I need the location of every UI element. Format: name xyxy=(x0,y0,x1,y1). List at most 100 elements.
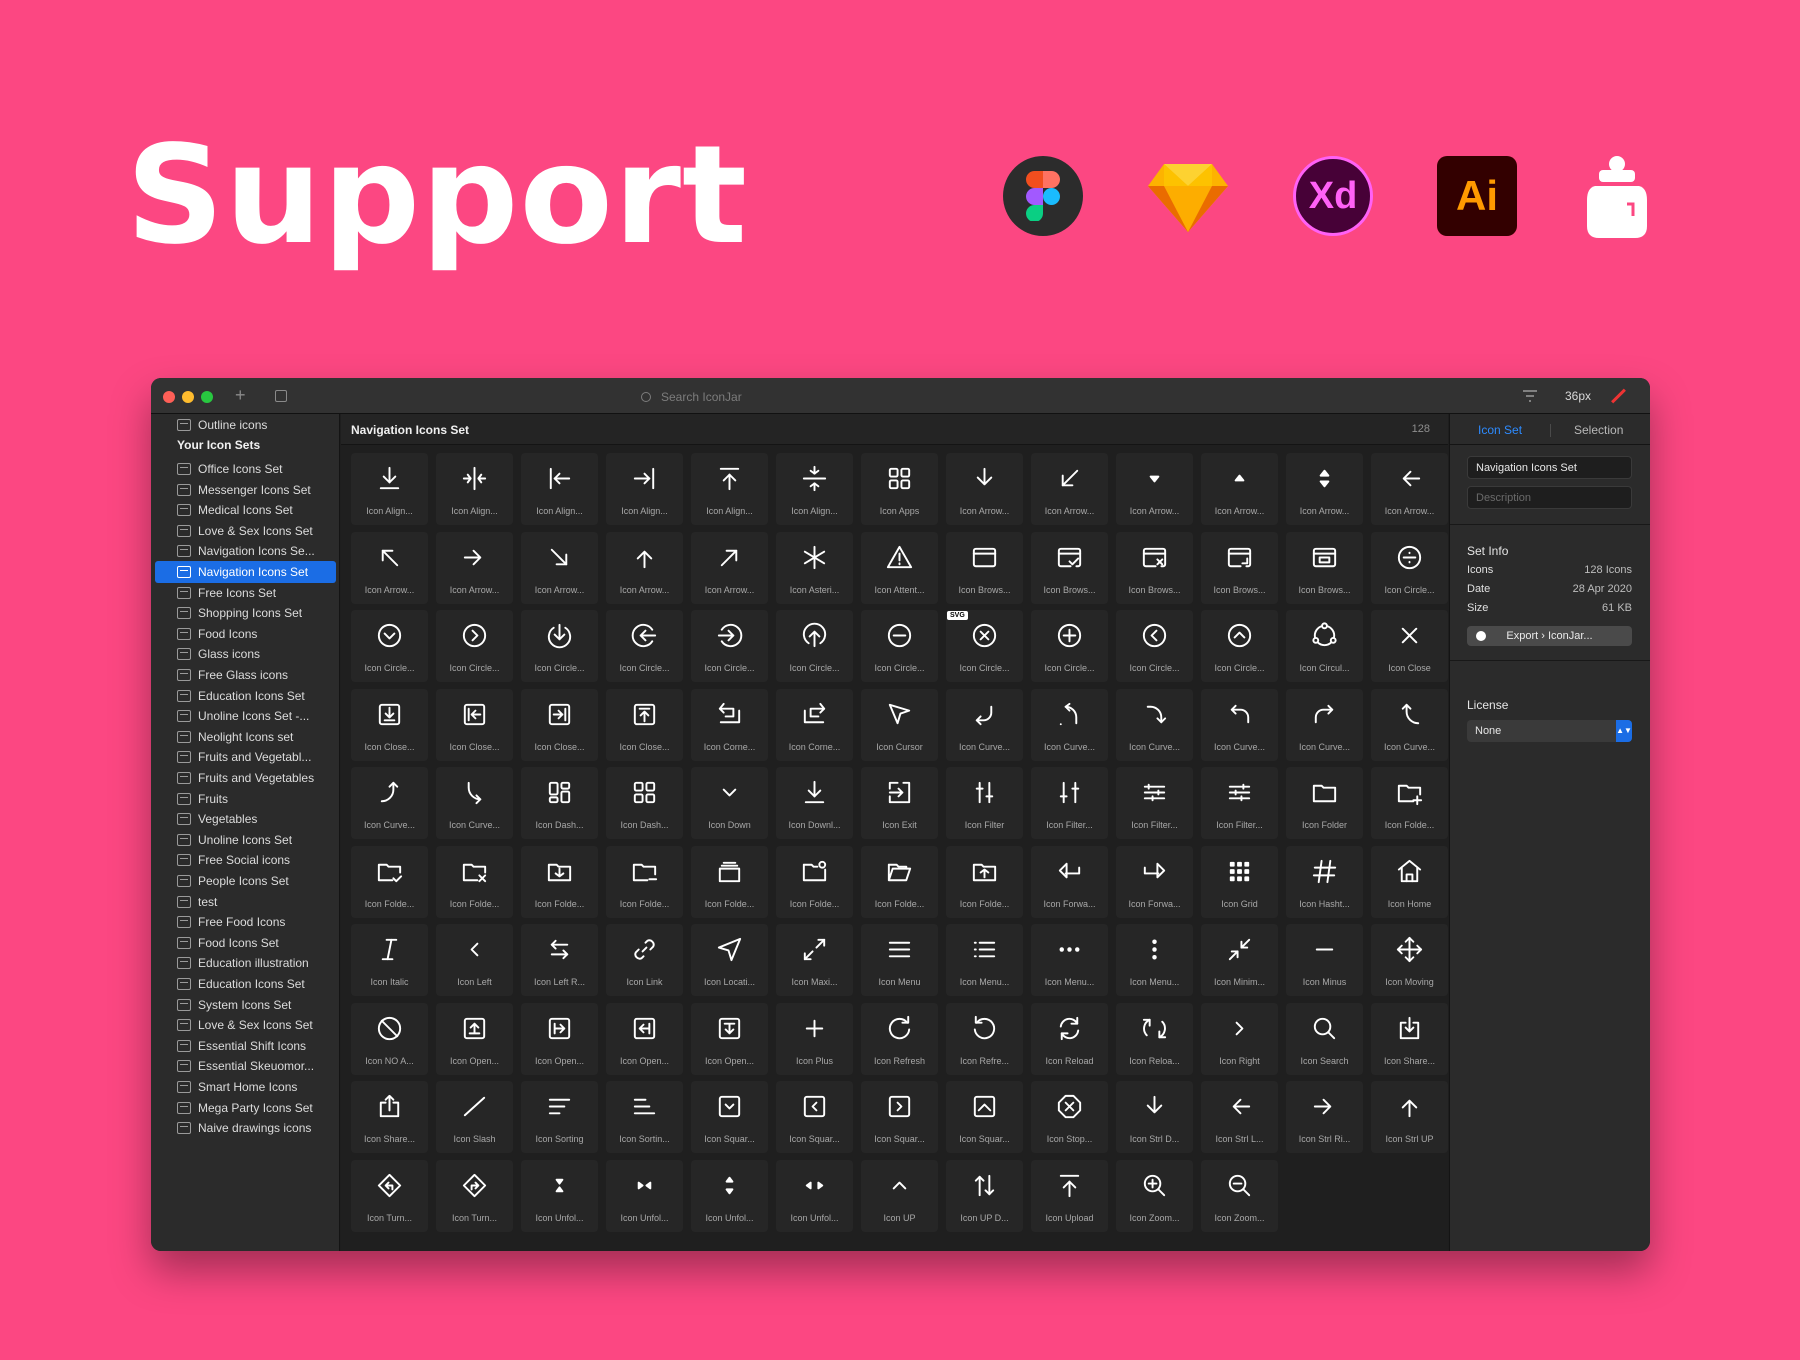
icon-tile[interactable]: Icon Reload xyxy=(1031,1002,1108,1075)
sidebar-item[interactable]: Neolight Icons set xyxy=(151,726,339,748)
icon-tile[interactable]: Icon Arrow... xyxy=(946,453,1023,525)
icon-tile[interactable]: Icon Open... xyxy=(606,1002,683,1075)
icon-tile[interactable]: Icon Curve... xyxy=(351,767,428,839)
icon-tile[interactable]: Icon Circle... xyxy=(1116,610,1193,682)
icon-tile[interactable]: Icon Sortin... xyxy=(606,1081,683,1153)
sidebar-item[interactable]: Office Icons Set xyxy=(151,458,339,480)
sidebar-item[interactable]: Love & Sex Icons Set xyxy=(151,520,339,542)
icon-tile[interactable]: Icon Circle... xyxy=(1031,610,1108,682)
sidebar-item[interactable]: Love & Sex Icons Set xyxy=(151,1014,339,1036)
icon-tile[interactable]: Icon Arrow... xyxy=(1031,453,1108,525)
icon-tile[interactable]: Icon Refre... xyxy=(946,1002,1023,1075)
icon-tile[interactable]: Icon Curve... xyxy=(1031,688,1108,761)
icon-tile[interactable]: Icon Curve... xyxy=(1286,688,1363,761)
icon-tile[interactable]: Icon Squar... xyxy=(946,1081,1023,1153)
tab-icon-set[interactable]: Icon Set xyxy=(1478,423,1522,437)
description-field[interactable]: Description xyxy=(1467,486,1632,509)
sidebar-item[interactable]: Education illustration xyxy=(151,952,339,974)
icon-tile[interactable]: Icon Unfol... xyxy=(606,1159,683,1232)
sidebar-item[interactable]: People Icons Set xyxy=(151,870,339,892)
icon-tile[interactable]: Icon Forwa... xyxy=(1116,845,1193,918)
icon-tile[interactable]: Icon Circul... xyxy=(1286,610,1363,682)
sidebar-item[interactable]: Navigation Icons Se... xyxy=(151,540,339,562)
sidebar-item[interactable]: Naive drawings icons xyxy=(151,1117,339,1139)
icon-tile[interactable]: Icon Strl L... xyxy=(1201,1081,1278,1153)
icon-tile[interactable]: Icon Close... xyxy=(351,688,428,761)
icon-tile[interactable]: Icon Strl D... xyxy=(1116,1081,1193,1153)
icon-tile[interactable]: Icon Brows... xyxy=(946,531,1023,604)
icon-tile[interactable]: Icon Arrow... xyxy=(1371,453,1448,525)
icon-tile[interactable]: Icon Arrow... xyxy=(521,531,598,604)
icon-tile[interactable]: Icon Folde... xyxy=(861,845,938,918)
icon-tile[interactable]: Icon Circle... xyxy=(776,610,853,682)
sidebar-item[interactable]: Free Food Icons xyxy=(151,911,339,933)
icon-tile[interactable]: Icon Folde... xyxy=(436,845,513,918)
sidebar-item[interactable]: test xyxy=(151,891,339,913)
sidebar-item[interactable]: Fruits and Vegetables xyxy=(151,767,339,789)
sidebar-item[interactable]: Shopping Icons Set xyxy=(151,602,339,624)
icon-tile[interactable]: Icon Search xyxy=(1286,1002,1363,1075)
icon-tile[interactable]: Icon Sorting xyxy=(521,1081,598,1153)
icon-tile[interactable]: Icon Open... xyxy=(436,1002,513,1075)
icon-tile[interactable]: Icon UP xyxy=(861,1159,938,1232)
icon-tile[interactable]: Icon Reloa... xyxy=(1116,1002,1193,1075)
icon-tile[interactable]: Icon Plus xyxy=(776,1002,853,1075)
icon-tile[interactable]: Icon Arrow... xyxy=(691,531,768,604)
icon-tile[interactable]: Icon Zoom... xyxy=(1116,1159,1193,1232)
sidebar-item[interactable]: Mega Party Icons Set xyxy=(151,1097,339,1119)
sidebar-item[interactable]: Medical Icons Set xyxy=(151,499,339,521)
icon-tile[interactable]: Icon Curve... xyxy=(436,767,513,839)
icon-tile[interactable]: Icon Minus xyxy=(1286,924,1363,996)
icon-tile[interactable]: Icon Align... xyxy=(436,453,513,525)
icon-tile[interactable]: Icon Strl UP xyxy=(1371,1081,1448,1153)
icon-tile[interactable]: Icon Downl... xyxy=(776,767,853,839)
icon-tile[interactable]: Icon Turn... xyxy=(436,1159,513,1232)
sidebar-item[interactable]: Navigation Icons Set xyxy=(155,561,336,583)
icon-tile[interactable]: Icon NO A... xyxy=(351,1002,428,1075)
icon-tile[interactable]: Icon Filter... xyxy=(1116,767,1193,839)
icon-tile[interactable]: Icon Close... xyxy=(521,688,598,761)
icon-tile[interactable]: Icon Maxi... xyxy=(776,924,853,996)
icon-tile[interactable]: Icon Unfol... xyxy=(691,1159,768,1232)
icon-tile[interactable]: Icon Down xyxy=(691,767,768,839)
icon-tile[interactable]: Icon Unfol... xyxy=(776,1159,853,1232)
icon-tile[interactable]: Icon Menu... xyxy=(946,924,1023,996)
icon-tile[interactable]: Icon Right xyxy=(1201,1002,1278,1075)
icon-tile[interactable]: Icon Grid xyxy=(1201,845,1278,918)
icon-tile[interactable]: Icon Moving xyxy=(1371,924,1448,996)
minimize-window-button[interactable] xyxy=(182,391,194,403)
icon-tile[interactable]: Icon Filter... xyxy=(1031,767,1108,839)
icon-tile[interactable]: Icon Folde... xyxy=(946,845,1023,918)
sidebar-item[interactable]: Essential Skeuomor... xyxy=(151,1055,339,1077)
icon-tile[interactable]: Icon Slash xyxy=(436,1081,513,1153)
icon-tile[interactable]: Icon Dash... xyxy=(606,767,683,839)
icon-tile[interactable]: Icon Home xyxy=(1371,845,1448,918)
pencil-icon[interactable] xyxy=(1611,388,1626,404)
add-icon[interactable]: + xyxy=(235,385,246,406)
icon-tile[interactable]: Icon Circle... xyxy=(436,610,513,682)
icon-tile[interactable]: Icon Brows... xyxy=(1201,531,1278,604)
icon-tile[interactable]: Icon Stop... xyxy=(1031,1081,1108,1153)
icon-tile[interactable]: Icon Arrow... xyxy=(351,531,428,604)
icon-tile[interactable]: Icon Brows... xyxy=(1116,531,1193,604)
icon-tile[interactable]: Icon Refresh xyxy=(861,1002,938,1075)
filter-icon[interactable] xyxy=(1523,390,1537,402)
icon-tile[interactable]: Icon Locati... xyxy=(691,924,768,996)
icon-tile[interactable]: Icon Brows... xyxy=(1286,531,1363,604)
tab-selection[interactable]: Selection xyxy=(1574,423,1623,437)
icon-tile[interactable]: Icon Left xyxy=(436,924,513,996)
sidebar-item[interactable]: Unoline Icons Set xyxy=(151,829,339,851)
icon-tile[interactable]: Icon Corne... xyxy=(776,688,853,761)
icon-tile[interactable]: Icon Folde... xyxy=(606,845,683,918)
icon-tile[interactable]: Icon Menu... xyxy=(1116,924,1193,996)
sidebar-item[interactable]: System Icons Set xyxy=(151,994,339,1016)
icon-tile[interactable]: Icon UP D... xyxy=(946,1159,1023,1232)
close-window-button[interactable] xyxy=(163,391,175,403)
icon-tile[interactable]: Icon Curve... xyxy=(1116,688,1193,761)
icon-tile[interactable]: Icon Circle... xyxy=(521,610,598,682)
icon-tile[interactable]: Icon Arrow... xyxy=(1116,453,1193,525)
icon-tile[interactable]: Icon Curve... xyxy=(1371,688,1448,761)
icon-tile[interactable]: Icon Circle... xyxy=(351,610,428,682)
icon-tile[interactable]: Icon Folde... xyxy=(691,845,768,918)
icon-tile[interactable]: Icon Align... xyxy=(776,453,853,525)
